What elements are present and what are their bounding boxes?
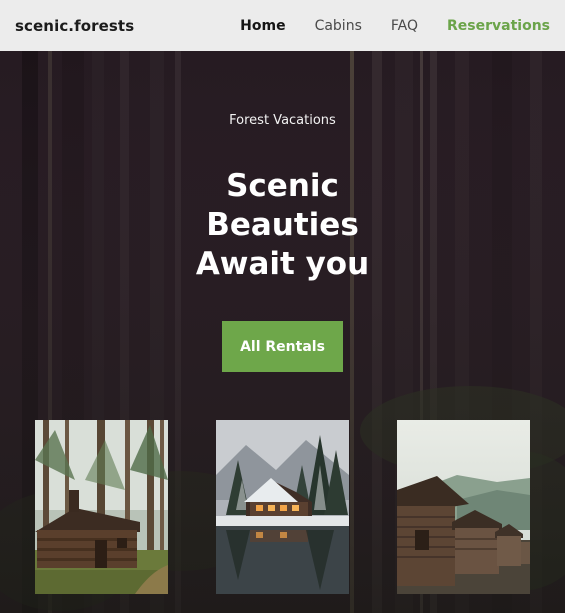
headline-line: Beauties [206, 207, 359, 243]
all-rentals-button[interactable]: All Rentals [222, 321, 343, 372]
gallery-card-forest-cabin[interactable] [35, 420, 168, 594]
brand-logo[interactable]: scenic.forests [15, 17, 134, 35]
hero-section: Forest Vacations Scenic Beauties Await y… [0, 51, 565, 613]
old-wooden-cabins-photo-icon [397, 420, 530, 594]
headline-line: Await you [195, 246, 370, 282]
nav-home-link[interactable]: Home [240, 18, 285, 34]
main-nav: Home Cabins FAQ Reservations [211, 18, 550, 34]
hero-eyebrow: Forest Vacations [229, 113, 336, 128]
headline-line: Scenic [226, 168, 339, 204]
nav-reservations-link[interactable]: Reservations [447, 18, 550, 34]
site-header: scenic.forests Home Cabins FAQ Reservati… [0, 0, 565, 51]
nav-faq-link[interactable]: FAQ [391, 18, 418, 34]
forest-cabin-photo-icon [35, 420, 168, 594]
hero-headline: Scenic Beauties Await you [0, 167, 565, 284]
nav-cabins-link[interactable]: Cabins [315, 18, 362, 34]
gallery-card-snowy-cabin[interactable] [216, 420, 349, 594]
snowy-cabin-lake-photo-icon [216, 420, 349, 594]
gallery-card-old-cabins[interactable] [397, 420, 530, 594]
